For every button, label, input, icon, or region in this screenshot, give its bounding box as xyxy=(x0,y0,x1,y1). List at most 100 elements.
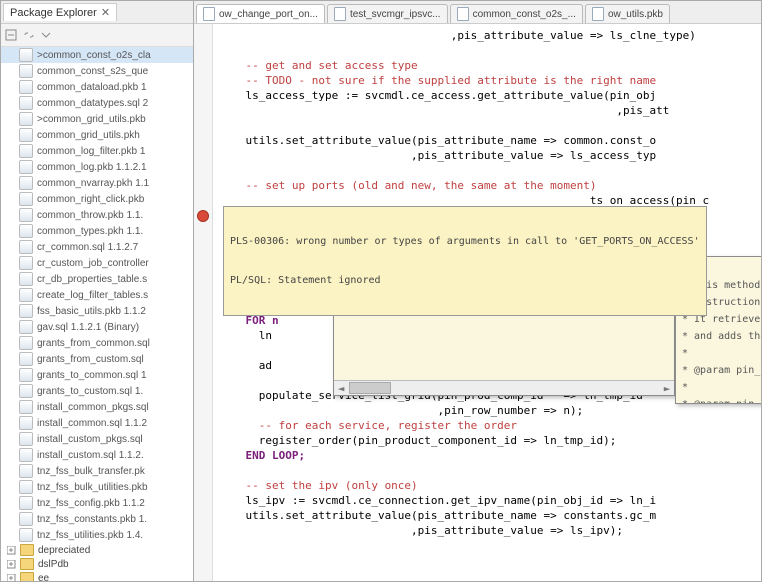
doc-line: * xyxy=(682,380,761,395)
folder-icon xyxy=(20,558,34,570)
view-title: Package Explorer xyxy=(10,7,97,19)
app-root: Package Explorer ✕ >common_const_o2s_cla… xyxy=(0,0,762,582)
editor-tab[interactable]: test_svcmgr_ipsvc... xyxy=(327,4,448,23)
file-icon xyxy=(19,64,33,78)
tree-folder[interactable]: ee xyxy=(1,571,193,581)
scroll-right-icon[interactable]: ► xyxy=(660,381,674,395)
file-icon xyxy=(19,368,33,382)
folder-icon xyxy=(20,544,34,556)
tree-file[interactable]: grants_to_custom.sql 1. xyxy=(1,383,193,399)
file-icon xyxy=(19,224,33,238)
tree-file[interactable]: tnz_fss_utilities.pkb 1.4. xyxy=(1,527,193,543)
file-label: common_datatypes.sql 2 xyxy=(37,98,148,109)
collapse-all-icon[interactable] xyxy=(5,29,17,41)
tree-file[interactable]: common_throw.pkb 1.1. xyxy=(1,207,193,223)
error-line-1: PLS-00306: wrong number or types of argu… xyxy=(230,235,700,248)
tree-file[interactable]: install_custom_pkgs.sql xyxy=(1,431,193,447)
file-label: gav.sql 1.1.2.1 (Binary) xyxy=(37,322,139,333)
folder-label: dslPdb xyxy=(38,559,69,570)
file-label: grants_from_common.sql xyxy=(37,338,150,349)
tab-label: test_svcmgr_ipsvc... xyxy=(350,9,441,20)
scroll-left-icon[interactable]: ◄ xyxy=(334,381,348,395)
gutter xyxy=(194,24,213,581)
tree-file[interactable]: cr_db_properties_table.s xyxy=(1,271,193,287)
tree-file[interactable]: common_grid_utils.pkh xyxy=(1,127,193,143)
tree-file[interactable]: tnz_fss_constants.pkb 1. xyxy=(1,511,193,527)
editor-tab[interactable]: common_const_o2s_... xyxy=(450,4,583,23)
tree-file[interactable]: >common_const_o2s_cla xyxy=(1,47,193,63)
file-icon xyxy=(19,96,33,110)
expand-icon[interactable] xyxy=(7,574,16,582)
scroll-thumb[interactable] xyxy=(349,382,391,394)
tree-file[interactable]: cr_common.sql 1.1.2.7 xyxy=(1,239,193,255)
file-icon xyxy=(19,384,33,398)
file-icon xyxy=(19,432,33,446)
file-label: common_log_filter.pkb 1 xyxy=(37,146,145,157)
tree-file[interactable]: tnz_fss_config.pkb 1.1.2 xyxy=(1,495,193,511)
tree-file[interactable]: tnz_fss_bulk_transfer.pk xyxy=(1,463,193,479)
file-icon xyxy=(19,80,33,94)
tree-file[interactable]: >common_grid_utils.pkb xyxy=(1,111,193,127)
tree-file[interactable]: common_right_click.pkb xyxy=(1,191,193,207)
tab-label: ow_change_port_on... xyxy=(219,9,318,20)
package-explorer-tab[interactable]: Package Explorer ✕ xyxy=(3,3,117,21)
tree-file[interactable]: cr_custom_job_controller xyxy=(1,255,193,271)
tree-file[interactable]: common_dataload.pkb 1 xyxy=(1,79,193,95)
file-icon xyxy=(19,256,33,270)
tree-file[interactable]: common_log.pkb 1.1.2.1 xyxy=(1,159,193,175)
tree-file[interactable]: common_datatypes.sql 2 xyxy=(1,95,193,111)
file-tree[interactable]: >common_const_o2s_cla common_const_s2s_qu… xyxy=(1,47,193,581)
tree-folder[interactable]: depreciated xyxy=(1,543,193,557)
tree-file[interactable]: grants_from_common.sql xyxy=(1,335,193,351)
doc-line: * and adds them at th xyxy=(682,329,761,344)
editor-tab-bar: ow_change_port_on... test_svcmgr_ipsvc...… xyxy=(194,1,761,24)
doc-line: * @param pin_row_nu xyxy=(682,397,761,404)
file-label: >common_grid_utils.pkb xyxy=(37,114,146,125)
tree-file[interactable]: install_common.sql 1.1.2 xyxy=(1,415,193,431)
tab-label: common_const_o2s_... xyxy=(473,9,576,20)
file-icon xyxy=(19,496,33,510)
file-icon xyxy=(19,128,33,142)
tree-file[interactable]: common_nvarray.pkh 1.1 xyxy=(1,175,193,191)
tree-file[interactable]: gav.sql 1.1.2.1 (Binary) xyxy=(1,319,193,335)
tree-file[interactable]: fss_basic_utils.pkb 1.1.2 xyxy=(1,303,193,319)
tab-label: ow_utils.pkb xyxy=(608,9,663,20)
code-editor[interactable]: ,pis_attribute_value => ls_clne_type) --… xyxy=(213,24,761,581)
tree-file[interactable]: common_const_s2s_que xyxy=(1,63,193,79)
editor-tab[interactable]: ow_utils.pkb xyxy=(585,4,670,23)
expand-icon[interactable] xyxy=(7,560,16,569)
file-icon xyxy=(19,400,33,414)
tree-file[interactable]: install_common_pkgs.sql xyxy=(1,399,193,415)
tree-file[interactable]: common_log_filter.pkb 1 xyxy=(1,143,193,159)
file-label: >common_const_o2s_cla xyxy=(37,50,151,61)
link-editor-icon[interactable] xyxy=(23,29,35,41)
file-icon xyxy=(19,176,33,190)
tree-file[interactable]: create_log_filter_tables.s xyxy=(1,287,193,303)
tree-file[interactable]: grants_to_common.sql 1 xyxy=(1,367,193,383)
file-label: install_custom.sql 1.1.2. xyxy=(37,450,144,461)
file-icon xyxy=(19,144,33,158)
folder-label: ee xyxy=(38,573,49,582)
file-label: install_common.sql 1.1.2 xyxy=(37,418,147,429)
tree-file[interactable]: common_types.pkh 1.1. xyxy=(1,223,193,239)
file-label: cr_common.sql 1.1.2.7 xyxy=(37,242,138,253)
view-menu-icon[interactable] xyxy=(41,30,51,40)
folder-icon xyxy=(20,572,34,581)
file-icon xyxy=(19,48,33,62)
tree-file[interactable]: tnz_fss_bulk_utilities.pkb xyxy=(1,479,193,495)
file-label: common_throw.pkb 1.1. xyxy=(37,210,143,221)
file-label: grants_to_common.sql 1 xyxy=(37,370,147,381)
assist-scrollbar[interactable]: ◄ ► xyxy=(334,380,674,395)
tree-file[interactable]: install_custom.sql 1.1.2. xyxy=(1,447,193,463)
close-icon[interactable]: ✕ xyxy=(101,6,110,19)
file-label: tnz_fss_utilities.pkb 1.4. xyxy=(37,530,143,541)
editor-tab[interactable]: ow_change_port_on... xyxy=(196,4,325,23)
error-marker-icon[interactable] xyxy=(197,210,209,222)
tree-folder[interactable]: dslPdb xyxy=(1,557,193,571)
file-label: tnz_fss_config.pkb 1.1.2 xyxy=(37,498,145,509)
tree-file[interactable]: grants_from_custom.sql xyxy=(1,351,193,367)
file-label: create_log_filter_tables.s xyxy=(37,290,148,301)
file-label: fss_basic_utils.pkb 1.1.2 xyxy=(37,306,146,317)
expand-icon[interactable] xyxy=(7,546,16,555)
file-label: grants_from_custom.sql xyxy=(37,354,144,365)
